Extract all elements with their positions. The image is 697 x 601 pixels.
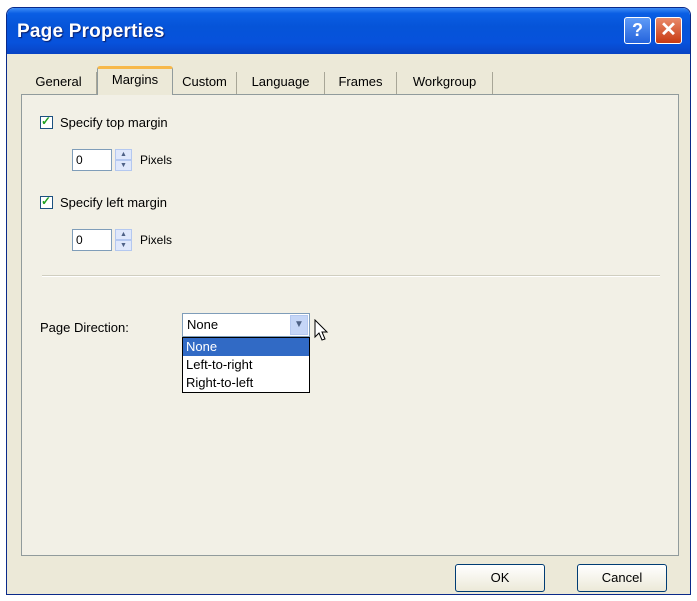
top-margin-label: Specify top margin — [60, 115, 168, 130]
page-direction-select[interactable]: None ▼ — [182, 313, 310, 337]
tab-margins[interactable]: Margins — [97, 66, 173, 95]
tab-frames[interactable]: Frames — [325, 72, 397, 94]
dropdown-option-left-to-right[interactable]: Left-to-right — [183, 356, 309, 374]
left-margin-row: ✓ Specify left margin — [40, 194, 167, 210]
top-margin-input[interactable]: 0 — [72, 149, 112, 171]
section-divider — [42, 275, 660, 277]
dropdown-option-right-to-left[interactable]: Right-to-left — [183, 374, 309, 392]
page-direction-value: None — [187, 317, 219, 332]
tab-strip: General Margins Custom Language Frames W… — [21, 64, 681, 95]
page-properties-dialog: Page Properties ? ✕ General Margins Cust… — [6, 7, 691, 595]
left-margin-label: Specify left margin — [60, 195, 167, 210]
close-button[interactable]: ✕ — [655, 17, 682, 44]
dropdown-option-none[interactable]: None — [183, 338, 309, 356]
spin-down-icon[interactable]: ▼ — [115, 240, 132, 251]
close-icon: ✕ — [660, 19, 677, 41]
tab-workgroup[interactable]: Workgroup — [397, 72, 493, 94]
left-margin-checkbox[interactable]: ✓ — [40, 194, 53, 209]
top-margin-spin-group: 0 ▲ ▼ Pixels — [72, 149, 172, 171]
checkmark-icon: ✓ — [41, 194, 52, 208]
title-bar[interactable]: Page Properties ? ✕ — [7, 8, 690, 54]
top-margin-checkbox[interactable]: ✓ — [40, 114, 53, 129]
question-mark-icon: ? — [632, 20, 643, 40]
top-margin-spinner: ▲ ▼ — [115, 149, 132, 171]
spin-up-icon[interactable]: ▲ — [115, 229, 132, 240]
dialog-title: Page Properties — [17, 21, 165, 42]
left-margin-unit: Pixels — [140, 233, 173, 247]
tab-general[interactable]: General — [21, 72, 97, 94]
tab-custom[interactable]: Custom — [173, 72, 237, 94]
page-direction-dropdown: None Left-to-right Right-to-left — [182, 337, 310, 393]
top-margin-unit: Pixels — [140, 153, 173, 167]
checkmark-icon: ✓ — [41, 114, 52, 128]
help-button[interactable]: ? — [624, 17, 651, 44]
cancel-button[interactable]: Cancel — [577, 564, 667, 592]
margins-tab-panel: ✓ Specify top margin 0 ▲ ▼ Pixels ✓ Spec… — [21, 94, 679, 556]
ok-button[interactable]: OK — [455, 564, 545, 592]
tab-language[interactable]: Language — [237, 72, 325, 94]
page-direction-label: Page Direction: — [40, 320, 129, 335]
mouse-cursor-icon — [314, 318, 330, 348]
left-margin-spinner: ▲ ▼ — [115, 229, 132, 251]
top-margin-row: ✓ Specify top margin — [40, 114, 168, 130]
spin-down-icon[interactable]: ▼ — [115, 160, 132, 171]
left-margin-input[interactable]: 0 — [72, 229, 112, 251]
spin-up-icon[interactable]: ▲ — [115, 149, 132, 160]
chevron-down-icon[interactable]: ▼ — [290, 315, 308, 335]
left-margin-spin-group: 0 ▲ ▼ Pixels — [72, 229, 172, 251]
